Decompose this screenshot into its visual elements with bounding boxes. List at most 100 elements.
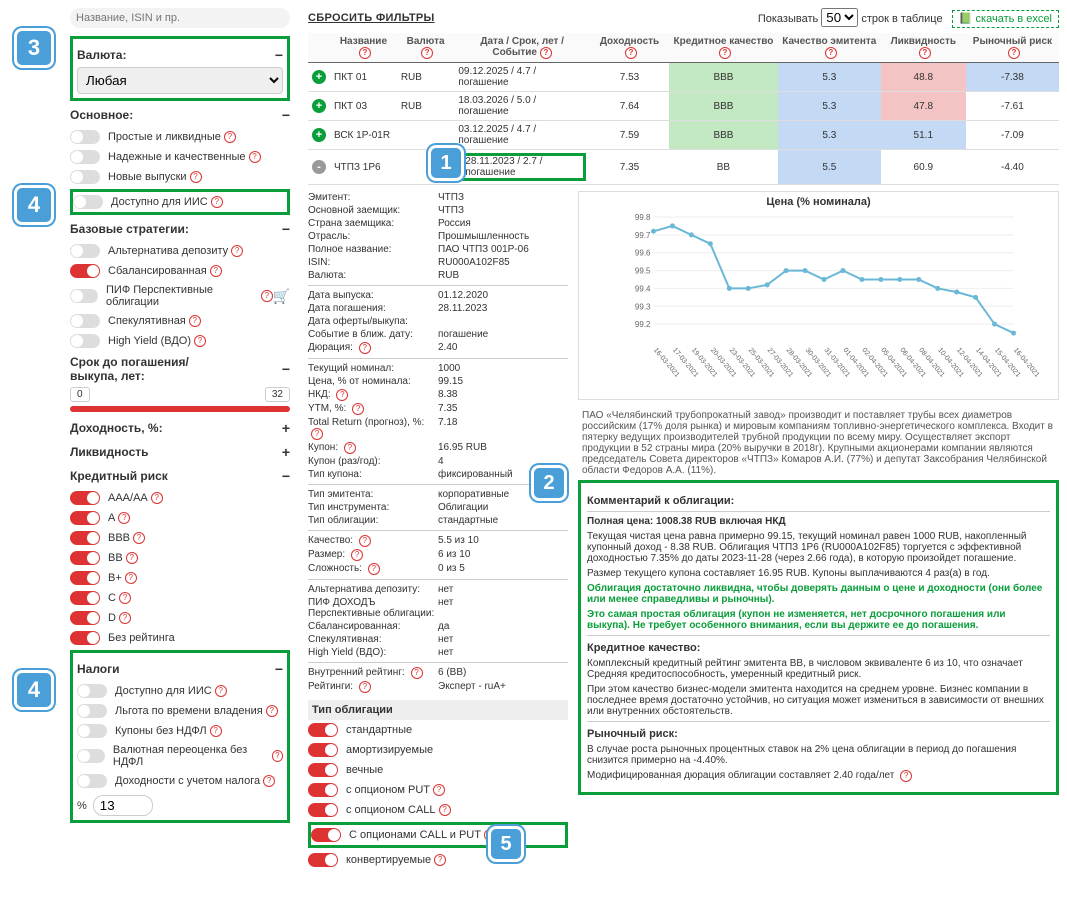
toggle[interactable] xyxy=(70,244,100,258)
help-icon[interactable]: ? xyxy=(433,784,445,796)
help-icon[interactable]: ? xyxy=(211,196,223,208)
toggle[interactable] xyxy=(308,743,338,757)
help-icon[interactable]: ? xyxy=(900,770,912,782)
col-header[interactable]: Рыночный риск? xyxy=(966,33,1059,63)
help-icon[interactable]: ? xyxy=(344,442,356,454)
col-header[interactable] xyxy=(308,33,330,63)
toggle[interactable] xyxy=(308,763,338,777)
toggle[interactable] xyxy=(70,511,100,525)
help-icon[interactable]: ? xyxy=(351,549,363,561)
toggle[interactable] xyxy=(311,828,341,842)
taxes-header[interactable]: Налоги− xyxy=(77,657,283,681)
col-header[interactable]: Название? xyxy=(330,33,397,63)
help-icon[interactable]: ? xyxy=(359,342,371,354)
help-icon[interactable]: ? xyxy=(151,492,163,504)
col-header[interactable]: Качество эмитента? xyxy=(778,33,881,63)
help-icon[interactable]: ? xyxy=(311,428,323,440)
table-row[interactable]: - ЧТПЗ 1Р6 28.11.2023 / 2.7 / погашение7… xyxy=(308,150,1059,185)
rows-select[interactable]: 50 xyxy=(821,8,858,27)
toggle[interactable] xyxy=(77,704,107,718)
toggle[interactable] xyxy=(77,724,107,738)
liquidity-header[interactable]: Ликвидность+ xyxy=(70,440,290,464)
help-icon[interactable]: ? xyxy=(125,572,137,584)
help-icon[interactable]: ? xyxy=(249,151,261,163)
help-icon[interactable]: ? xyxy=(133,532,145,544)
help-icon[interactable]: ? xyxy=(119,592,131,604)
help-icon[interactable]: ? xyxy=(359,681,371,693)
search-input[interactable] xyxy=(70,8,290,28)
col-header[interactable]: Кредитное качество? xyxy=(669,33,778,63)
cart-icon[interactable]: 🛒 xyxy=(273,288,290,305)
col-header[interactable]: Валюта? xyxy=(397,33,455,63)
toggle[interactable] xyxy=(70,491,100,505)
help-icon[interactable]: ? xyxy=(119,612,131,624)
toggle[interactable] xyxy=(70,334,100,348)
table-row[interactable]: + ВСК 1Р-01R 03.12.2025 / 4.7 / погашени… xyxy=(308,121,1059,150)
help-icon[interactable]: ? xyxy=(272,750,283,762)
help-icon[interactable]: ? xyxy=(210,725,222,737)
toggle[interactable] xyxy=(70,591,100,605)
toggle-label: Альтернатива депозиту xyxy=(108,245,228,257)
maturity-slider[interactable] xyxy=(70,406,290,412)
help-icon[interactable]: ? xyxy=(231,245,243,257)
help-icon[interactable]: ? xyxy=(411,667,423,679)
toggle[interactable] xyxy=(70,531,100,545)
help-icon[interactable]: ? xyxy=(194,335,206,347)
table-row[interactable]: + ПКТ 03RUB 18.03.2026 / 5.0 / погашение… xyxy=(308,92,1059,121)
table-row[interactable]: + ПКТ 01RUB 09.12.2025 / 4.7 / погашение… xyxy=(308,63,1059,92)
help-icon[interactable]: ? xyxy=(359,535,371,547)
reset-filters-link[interactable]: СБРОСИТЬ ФИЛЬТРЫ xyxy=(308,12,435,24)
toggle[interactable] xyxy=(308,803,338,817)
toggle[interactable] xyxy=(308,783,338,797)
help-icon[interactable]: ? xyxy=(261,290,272,302)
toggle[interactable] xyxy=(308,723,338,737)
col-header[interactable]: Доходность? xyxy=(590,33,669,63)
help-icon[interactable]: ? xyxy=(434,854,446,866)
toggle[interactable] xyxy=(77,774,107,788)
toggle[interactable] xyxy=(70,150,100,164)
expand-icon[interactable]: + xyxy=(312,70,326,84)
col-header[interactable]: Ликвидность? xyxy=(881,33,966,63)
toggle[interactable] xyxy=(308,853,338,867)
help-icon[interactable]: ? xyxy=(266,705,278,717)
maturity-header[interactable]: Срок до погашения/ выкупа, лет:− xyxy=(70,351,290,387)
help-icon[interactable]: ? xyxy=(126,552,138,564)
help-icon[interactable]: ? xyxy=(368,563,380,575)
expand-icon[interactable]: + xyxy=(312,128,326,142)
help-icon[interactable]: ? xyxy=(336,389,348,401)
toggle[interactable] xyxy=(70,611,100,625)
toggle[interactable] xyxy=(70,571,100,585)
basic-header[interactable]: Основное:− xyxy=(70,103,290,127)
help-icon[interactable]: ? xyxy=(189,315,201,327)
tax-pct-input[interactable] xyxy=(93,795,153,816)
toggle[interactable] xyxy=(70,130,100,144)
currency-select[interactable]: Любая xyxy=(77,67,283,94)
toggle[interactable] xyxy=(77,749,105,763)
expand-icon[interactable]: + xyxy=(312,99,326,113)
excel-download[interactable]: 📗 скачать в excel xyxy=(952,10,1059,28)
expand-icon[interactable]: - xyxy=(312,160,326,174)
toggle[interactable] xyxy=(70,551,100,565)
strategies-header[interactable]: Базовые стратегии:− xyxy=(70,217,290,241)
help-icon[interactable]: ? xyxy=(439,804,451,816)
yield-header[interactable]: Доходность, %:+ xyxy=(70,416,290,440)
toggle[interactable] xyxy=(70,170,100,184)
currency-header[interactable]: Валюта: − xyxy=(77,43,283,67)
help-icon[interactable]: ? xyxy=(190,171,202,183)
help-icon[interactable]: ? xyxy=(215,685,227,697)
toggle[interactable] xyxy=(73,195,103,209)
maturity-min[interactable]: 0 xyxy=(70,387,90,402)
toggle[interactable] xyxy=(70,314,100,328)
help-icon[interactable]: ? xyxy=(210,265,222,277)
toggle[interactable] xyxy=(70,264,100,278)
help-icon[interactable]: ? xyxy=(352,403,364,415)
toggle[interactable] xyxy=(77,684,107,698)
toggle[interactable] xyxy=(70,289,98,303)
help-icon[interactable]: ? xyxy=(263,775,275,787)
help-icon[interactable]: ? xyxy=(118,512,130,524)
maturity-max[interactable]: 32 xyxy=(265,387,290,402)
credit-header[interactable]: Кредитный риск− xyxy=(70,464,290,488)
help-icon[interactable]: ? xyxy=(224,131,236,143)
toggle[interactable] xyxy=(70,631,100,645)
col-header[interactable]: Дата / Срок, лет / Событие? xyxy=(454,33,590,63)
